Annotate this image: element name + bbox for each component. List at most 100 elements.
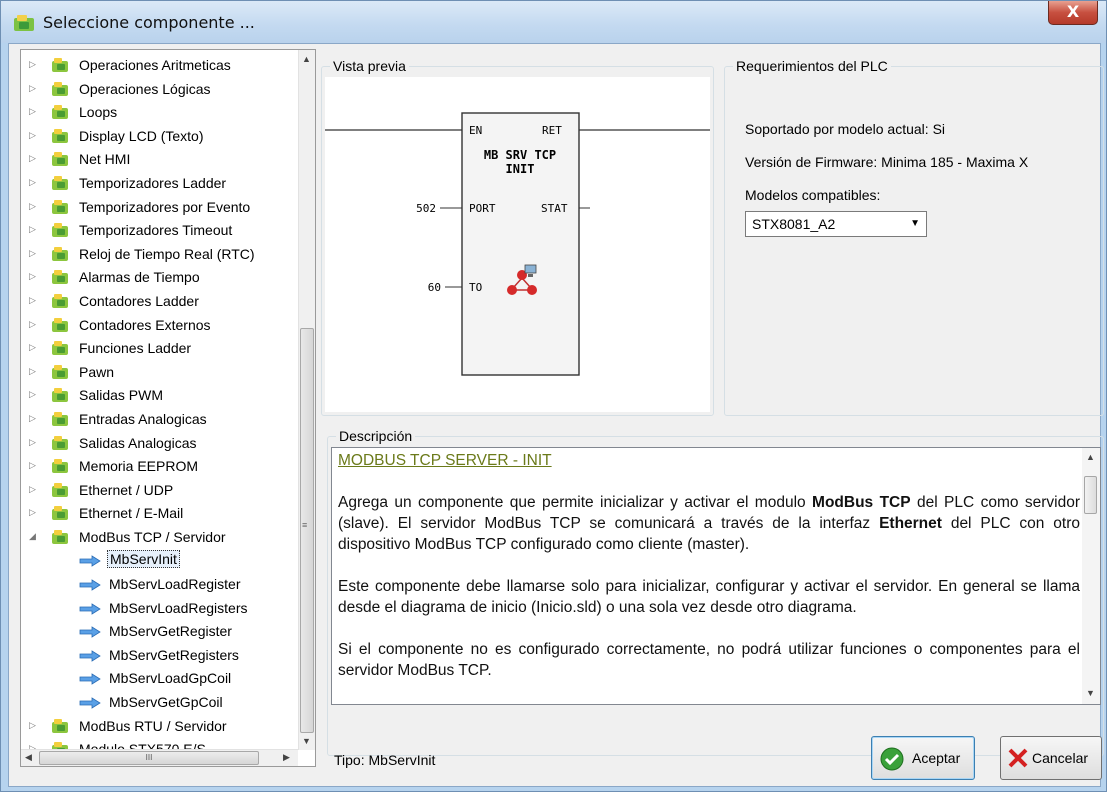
expand-icon[interactable]: ▷: [29, 59, 36, 70]
tree-item[interactable]: MbServLoadGpCoil: [21, 667, 298, 691]
tree-item[interactable]: MbServGetRegisters: [21, 644, 298, 668]
tree-item[interactable]: ▷ Entradas Analogicas: [21, 408, 298, 432]
expand-icon[interactable]: ▷: [29, 319, 36, 330]
scroll-up-arrow-icon[interactable]: ▲: [1086, 452, 1095, 462]
arrow-right-icon: [79, 626, 101, 638]
expand-icon[interactable]: ▷: [29, 720, 36, 731]
expand-icon[interactable]: ▷: [29, 507, 36, 518]
tree-item[interactable]: ▷ Display LCD (Texto): [21, 125, 298, 149]
tree-item[interactable]: ▷ ModBus RTU / Servidor: [21, 715, 298, 739]
close-button[interactable]: X: [1048, 1, 1098, 25]
tree-item[interactable]: ▷ Ethernet / UDP: [21, 479, 298, 503]
description-box[interactable]: MODBUS TCP SERVER - INIT Agrega un compo…: [331, 447, 1101, 705]
tree-item[interactable]: MbServInit: [21, 549, 298, 573]
tree-item[interactable]: ▷ Net HMI: [21, 148, 298, 172]
expand-icon[interactable]: ▷: [29, 201, 36, 212]
expand-icon[interactable]: ▷: [29, 437, 36, 448]
tree-horizontal-scrollbar[interactable]: ◀ III ▶: [21, 749, 298, 766]
tree-item[interactable]: ▷ Operaciones Aritmeticas: [21, 54, 298, 78]
models-label: Modelos compatibles:: [745, 187, 881, 203]
requirements-group: Requerimientos del PLC Soportado por mod…: [724, 58, 1104, 416]
expand-icon[interactable]: ▷: [29, 413, 36, 424]
tree-item[interactable]: ▷ Operaciones Lógicas: [21, 78, 298, 102]
expand-icon[interactable]: ▷: [29, 130, 36, 141]
expand-icon[interactable]: ▷: [29, 83, 36, 94]
scroll-down-arrow-icon[interactable]: ▼: [1086, 688, 1095, 698]
tree-item[interactable]: ◢ ModBus TCP / Servidor: [21, 526, 298, 550]
expand-icon[interactable]: ▷: [29, 295, 36, 306]
tree-item-label: Salidas Analogicas: [79, 434, 197, 451]
tree-item[interactable]: MbServGetRegister: [21, 620, 298, 644]
expand-icon[interactable]: ▷: [29, 484, 36, 495]
arrow-right-icon: [79, 555, 101, 568]
scroll-left-arrow-icon[interactable]: ◀: [25, 752, 32, 763]
tree-item-label: ModBus TCP / Servidor: [79, 528, 226, 545]
tree-item[interactable]: ▷ Alarmas de Tiempo: [21, 266, 298, 290]
to-pin-label: TO: [469, 281, 482, 294]
supported-text: Soportado por modelo actual: Si: [745, 121, 946, 137]
app-icon: [14, 15, 34, 31]
tree-item[interactable]: ▷ Salidas Analogicas: [21, 432, 298, 456]
accept-button[interactable]: Aceptar: [871, 736, 975, 780]
tree-vertical-scrollbar[interactable]: ▲ ≡ ▼: [298, 50, 315, 750]
block-name-line2: INIT: [506, 162, 535, 176]
tree-item-label: MbServGetRegisters: [109, 646, 239, 663]
component-folder-icon: [52, 81, 68, 96]
dialog-client-area: ▷ Operaciones Aritmeticas ▷ Operaciones Lóg…: [8, 43, 1104, 787]
expand-icon[interactable]: ▷: [29, 342, 36, 353]
tree-item[interactable]: ▷ Salidas PWM: [21, 384, 298, 408]
description-scrollbar[interactable]: ▲ ▼: [1082, 448, 1100, 704]
description-scroll-thumb[interactable]: [1084, 476, 1097, 514]
hscroll-thumb[interactable]: III: [39, 751, 259, 765]
expand-icon[interactable]: ▷: [29, 271, 36, 282]
arrow-right-icon: [79, 673, 101, 686]
expand-icon[interactable]: ▷: [29, 224, 36, 235]
ret-pin-label: RET: [542, 124, 562, 137]
tree-item[interactable]: ▷ Temporizadores Ladder: [21, 172, 298, 196]
tree-item[interactable]: MbServLoadRegister: [21, 573, 298, 597]
component-folder-icon: [52, 293, 68, 308]
component-folder-icon: [52, 459, 68, 474]
tree-item[interactable]: ▷ Reloj de Tiempo Real (RTC): [21, 243, 298, 267]
tree-item[interactable]: ▷ Memoria EEPROM: [21, 455, 298, 479]
expand-icon[interactable]: ▷: [29, 177, 36, 188]
title-bar[interactable]: Seleccione componente ... X: [1, 1, 1106, 43]
scroll-right-arrow-icon[interactable]: ▶: [283, 752, 290, 763]
tree-item[interactable]: ▷ Contadores Externos: [21, 314, 298, 338]
scroll-down-arrow-icon[interactable]: ▼: [302, 736, 311, 746]
tree-item[interactable]: ▷ Contadores Ladder: [21, 290, 298, 314]
expand-icon[interactable]: ▷: [29, 366, 36, 377]
tree-item-label: Memoria EEPROM: [79, 458, 199, 475]
expand-icon[interactable]: ▷: [29, 153, 36, 164]
description-heading[interactable]: MODBUS TCP SERVER - INIT: [338, 452, 552, 469]
collapse-icon[interactable]: ◢: [29, 531, 36, 542]
component-folder-icon: [52, 388, 68, 403]
scroll-thumb[interactable]: [300, 328, 314, 733]
models-select[interactable]: STX8081_A2 ▼: [745, 211, 927, 237]
tree-item[interactable]: ▷ Pawn: [21, 361, 298, 385]
tree-item-label: Pawn: [79, 363, 115, 380]
tree-item[interactable]: MbServLoadRegisters: [21, 597, 298, 621]
tree-item[interactable]: ▷ Funciones Ladder: [21, 337, 298, 361]
expand-icon[interactable]: ▷: [29, 248, 36, 259]
tree-item[interactable]: ▷ Temporizadores Timeout: [21, 219, 298, 243]
tree-item-label: MbServLoadGpCoil: [109, 670, 232, 687]
accept-label: Aceptar: [912, 750, 961, 766]
tree-item[interactable]: ▷ Loops: [21, 101, 298, 125]
component-folder-icon: [52, 529, 68, 544]
expand-icon[interactable]: ▷: [29, 460, 36, 471]
tree-item[interactable]: MbServGetGpCoil: [21, 691, 298, 715]
expand-icon[interactable]: ▷: [29, 389, 36, 400]
description-paragraph-1: Agrega un componente que permite inicial…: [338, 494, 1081, 553]
expand-icon[interactable]: ▷: [29, 106, 36, 117]
component-tree[interactable]: ▷ Operaciones Aritmeticas ▷ Operaciones Lóg…: [20, 49, 316, 767]
scroll-up-arrow-icon[interactable]: ▲: [302, 54, 311, 64]
tree-item-label: Loops: [79, 104, 118, 121]
check-icon: [880, 747, 904, 771]
component-folder-icon: [52, 718, 68, 733]
component-folder-icon: [52, 175, 68, 190]
tree-item[interactable]: ▷ Temporizadores por Evento: [21, 196, 298, 220]
cancel-button[interactable]: Cancelar: [1000, 736, 1102, 780]
tree-item[interactable]: ▷ Ethernet / E-Mail: [21, 502, 298, 526]
description-paragraph-3: Si el componente no es configurado corre…: [338, 641, 1080, 679]
